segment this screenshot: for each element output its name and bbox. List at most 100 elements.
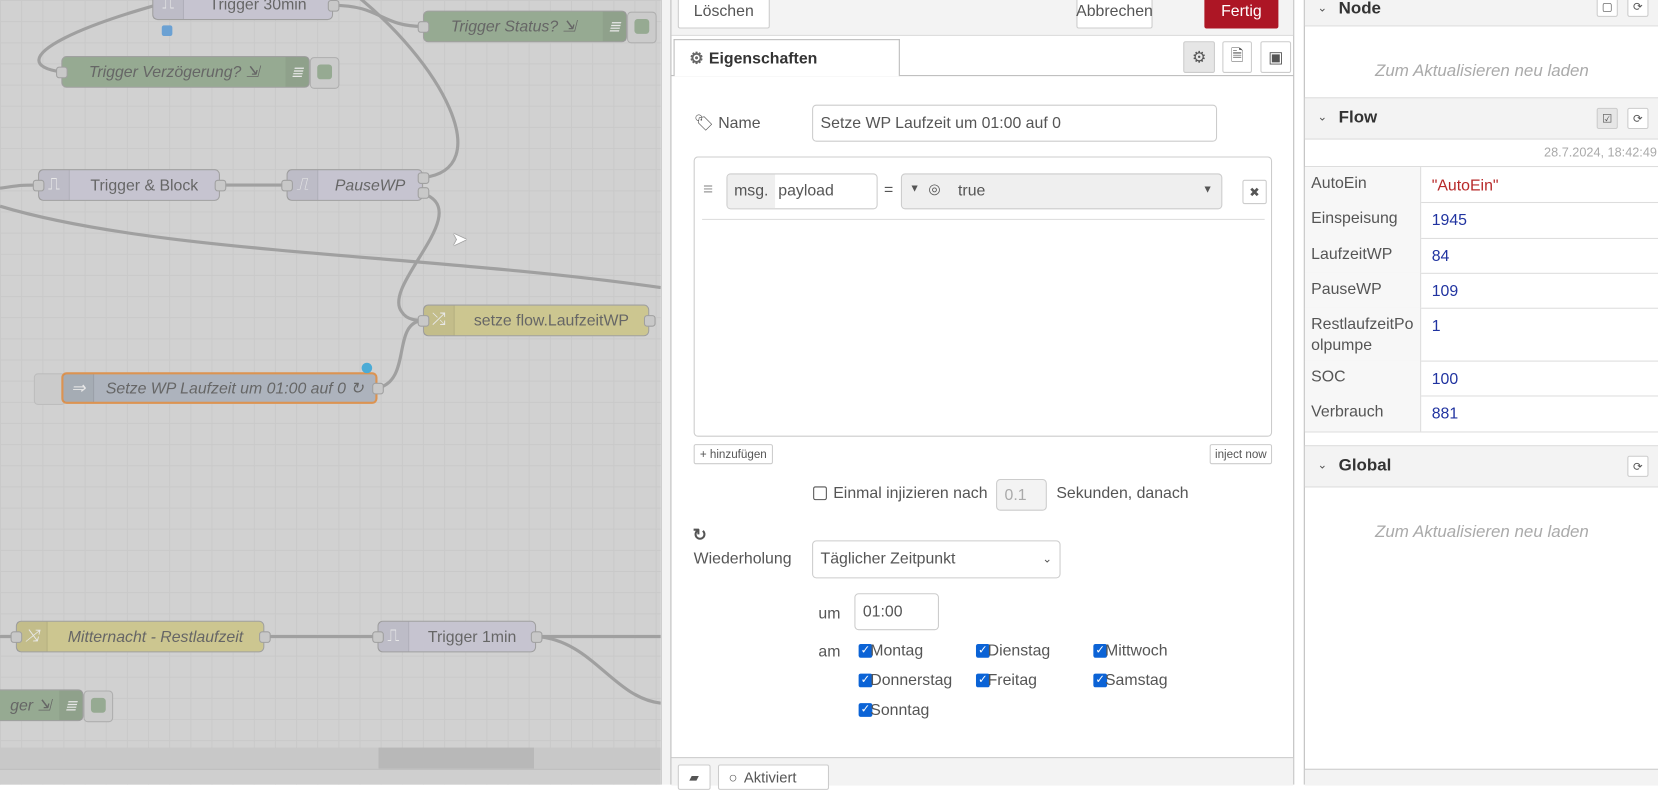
enabled-toggle[interactable]: ○ Aktiviert: [717, 764, 830, 790]
section-node-header[interactable]: ⌄ Node ▢ ⟳: [1304, 0, 1658, 27]
square-icon: ▢: [1601, 0, 1613, 14]
context-row[interactable]: Einspeisung 1945: [1304, 201, 1658, 239]
context-value: 109: [1431, 282, 1459, 301]
wire: [377, 318, 424, 390]
day-label: Freitag: [987, 671, 1037, 690]
gear-icon: ⚙: [1191, 48, 1207, 67]
document-icon: 🗎: [1230, 45, 1244, 64]
node-debug-partial[interactable]: ger ⇲ ≣: [0, 689, 84, 722]
name-input[interactable]: [812, 104, 1218, 142]
refresh-button[interactable]: ⟳: [1627, 455, 1649, 477]
gear-icon: ⚙: [689, 49, 704, 68]
context-key: AutoEin: [1304, 167, 1422, 202]
inject-once-checkbox[interactable]: [813, 486, 827, 501]
boolean-icon: ◎: [928, 180, 941, 197]
node-trigger-block[interactable]: ⎍ Trigger & Block: [38, 169, 220, 201]
context-value: 881: [1431, 404, 1459, 423]
debug-icon: ≣: [59, 690, 83, 721]
inject-now-button[interactable]: inject now: [1209, 444, 1273, 465]
context-sidebar: ⌄ Node ▢ ⟳ Zum Aktualisieren neu laden ⌄ F…: [1303, 0, 1658, 786]
chevron-down-icon: ⌄: [1042, 553, 1053, 566]
auto-refresh-checkbox[interactable]: ☑: [1596, 107, 1618, 130]
debug-icon: ≣: [285, 57, 309, 87]
context-key: Verbrauch: [1304, 395, 1422, 432]
frame-icon: ▣: [1268, 48, 1284, 67]
horizontal-scrollbar[interactable]: [0, 747, 661, 769]
debug-toggle-button[interactable]: [627, 11, 657, 44]
node-trigger-status[interactable]: Trigger Status? ⇲ ≣: [422, 10, 628, 43]
caret-down-icon: ▼: [909, 182, 920, 195]
section-flow-header[interactable]: ⌄ Flow ☑ ⟳: [1304, 97, 1658, 140]
trigger-icon: ⎍: [153, 0, 184, 20]
wire: [536, 634, 661, 705]
context-row[interactable]: LaufzeitWP 84: [1304, 237, 1658, 274]
node-mitternacht-restlaufzeit[interactable]: ⤨ Mitternacht - Restlaufzeit: [15, 620, 265, 653]
circle-icon: ○: [728, 768, 738, 786]
context-value: 1945: [1431, 211, 1468, 230]
context-key: PauseWP: [1304, 272, 1422, 308]
delete-button[interactable]: Löschen: [677, 0, 770, 29]
value-type-select[interactable]: ▼ ◎ true ▼: [900, 173, 1223, 210]
refresh-icon: ⟳: [1633, 0, 1643, 14]
chevron-down-icon: ⌄: [1317, 2, 1328, 15]
node-trigger-30min[interactable]: ⎍ Trigger 30min: [152, 0, 334, 21]
refresh-button[interactable]: ⟳: [1627, 0, 1649, 17]
node-trigger-1min[interactable]: ⎍ Trigger 1min: [377, 620, 537, 653]
context-value: 100: [1431, 370, 1459, 389]
cancel-button[interactable]: Abbrechen: [1076, 0, 1153, 29]
chevron-down-icon: ⌄: [1317, 111, 1328, 124]
check-square-icon: ☑: [1602, 112, 1613, 126]
context-row[interactable]: AutoEin "AutoEin": [1304, 167, 1658, 204]
node-trigger-verzoegerung[interactable]: Trigger Verzögerung? ⇲ ≣: [61, 56, 310, 88]
wire: [397, 192, 441, 322]
repeat-select[interactable]: Täglicher Zeitpunkt ⌄: [812, 540, 1061, 579]
help-button[interactable]: ▰: [677, 764, 711, 790]
tab-properties[interactable]: ⚙ Eigenschaften: [673, 39, 900, 77]
time-input[interactable]: [854, 593, 939, 631]
canvas-footer: [0, 768, 661, 785]
done-button[interactable]: Fertig: [1204, 0, 1279, 29]
scrollbar-thumb[interactable]: [378, 747, 534, 769]
day-label: Samstag: [1104, 671, 1168, 690]
node-setze-flow-laufzeitwp[interactable]: ⤮ setze flow.LaufzeitWP: [422, 304, 650, 337]
flow-canvas[interactable]: ⎍ Trigger 30min Trigger Status? ⇲ ≣ Trigge…: [0, 0, 661, 785]
node-pausewp[interactable]: ⎍ PauseWP: [286, 169, 423, 201]
drag-handle-icon[interactable]: ≡: [703, 181, 713, 200]
refresh-icon: ⟳: [1633, 112, 1643, 126]
edit-tray: Löschen Abbrechen Fertig ⚙ Eigenschaften …: [670, 0, 1295, 790]
day-label: Dienstag: [987, 641, 1051, 660]
debug-toggle-button[interactable]: [83, 690, 114, 723]
once-delay-input[interactable]: [996, 479, 1047, 511]
node-setze-wp-laufzeit[interactable]: ⇒ Setze WP Laufzeit um 01:00 auf 0 ↻: [61, 372, 378, 404]
context-value: 84: [1431, 247, 1450, 266]
appearance-button[interactable]: ▣: [1260, 41, 1292, 73]
debug-toggle-button[interactable]: [309, 57, 340, 89]
remove-rule-button[interactable]: ✖: [1242, 179, 1267, 205]
context-row[interactable]: PauseWP 109: [1304, 272, 1658, 309]
refresh-icon: ⟳: [1633, 460, 1643, 474]
day-label: Mittwoch: [1104, 641, 1168, 660]
caret-down-icon: ▼: [1202, 183, 1213, 196]
day-label: Montag: [870, 641, 924, 660]
refresh-button[interactable]: ⟳: [1627, 107, 1649, 130]
pin-button[interactable]: ▢: [1596, 0, 1618, 17]
sidebar-footer: [1304, 768, 1658, 786]
node-red-editor: ⎍ Trigger 30min Trigger Status? ⇲ ≣ Trigge…: [0, 0, 1658, 790]
add-property-button[interactable]: + hinzufügen: [693, 444, 773, 465]
context-row[interactable]: Verbrauch 881: [1304, 395, 1658, 433]
context-key: RestlaufzeitPoolpumpe: [1304, 307, 1422, 361]
property-field[interactable]: msg. payload: [726, 173, 878, 210]
description-button[interactable]: 🗎: [1222, 41, 1252, 73]
property-list: ≡ msg. payload = ▼ ◎ true ▼ ✖: [693, 156, 1273, 437]
section-global-header[interactable]: ⌄ Global ⟳: [1304, 445, 1658, 488]
day-label: Donnerstag: [870, 671, 953, 690]
context-row[interactable]: SOC 100: [1304, 360, 1658, 397]
book-icon: ▰: [689, 769, 700, 785]
context-key: Einspeisung: [1304, 201, 1422, 238]
changed-indicator: [361, 362, 373, 374]
context-row[interactable]: RestlaufzeitPoolpumpe 1: [1304, 307, 1658, 362]
context-value: "AutoEin": [1431, 176, 1499, 195]
properties-gear-button[interactable]: ⚙: [1183, 41, 1215, 73]
close-icon: ✖: [1249, 184, 1260, 200]
changed-indicator: [161, 25, 173, 36]
